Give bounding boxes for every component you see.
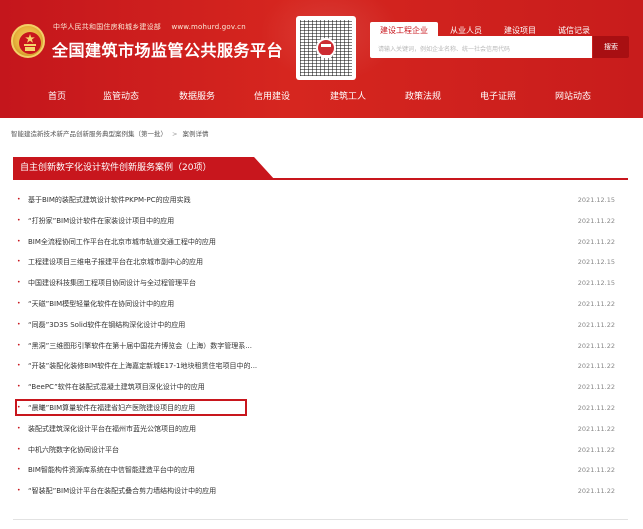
bullet-icon: • xyxy=(17,341,21,349)
list-item-date: 2021.11.22 xyxy=(577,320,615,329)
list-item[interactable]: • 工程建设项目三维电子报建平台在北京城市副中心的应用 2021.12.15 xyxy=(15,252,615,273)
list-item-title[interactable]: “BeePC”软件在装配式混凝土建筑项目深化设计中的应用 xyxy=(28,382,205,392)
list-item[interactable]: • “黑洞”三维图形引擎软件在第十届中国花卉博览会（上海）数字管理系... 2021… xyxy=(15,336,615,357)
bullet-icon: • xyxy=(17,466,21,474)
list-item[interactable]: • “同磊”3D3S Solid软件在钢结构深化设计中的应用 2021.11.22 xyxy=(15,315,615,336)
list-item[interactable]: • 基于BIM的装配式建筑设计软件PKPM-PC的应用实践 2021.12.15 xyxy=(15,190,615,211)
section-title: 自主创新数字化设计软件创新服务案例（20项） xyxy=(13,157,275,180)
list-item[interactable]: • “开装”装配化装修BIM软件在上海嘉定新城E17-1地块租赁住宅项目中的...… xyxy=(15,356,615,377)
list-item-title[interactable]: “天磁”BIM模型轻量化软件在协同设计中的应用 xyxy=(28,299,174,309)
list-item[interactable]: • 中国建设科技集团工程项目协同设计与全过程管理平台 2021.12.15 xyxy=(15,273,615,294)
list-item-date: 2021.11.22 xyxy=(577,299,615,308)
list-item-title[interactable]: BIM全流程协同工作平台在北京市城市轨道交通工程中的应用 xyxy=(28,237,216,247)
list-item[interactable]: • “打扮家”BIM设计软件在家装设计项目中的应用 2021.11.22 xyxy=(15,211,615,232)
nav-item-regulation-news[interactable]: 监管动态 xyxy=(103,84,139,110)
list-item-date: 2021.11.22 xyxy=(577,424,615,433)
bullet-icon: • xyxy=(17,362,21,370)
site-header: 中华人民共和国住房和城乡建设部 www.mohurd.gov.cn 全国建筑市场… xyxy=(0,0,643,118)
list-item[interactable]: • “BeePC”软件在装配式混凝土建筑项目深化设计中的应用 2021.11.22 xyxy=(15,377,615,398)
main-nav: 首页 监管动态 数据服务 信用建设 建筑工人 政策法规 电子证照 网站动态 xyxy=(0,84,643,110)
search-input[interactable] xyxy=(370,38,592,61)
list-item[interactable]: • 装配式建筑深化设计平台在福州市蓝光公馆项目的应用 2021.11.22 xyxy=(15,419,615,440)
list-item-title[interactable]: “打扮家”BIM设计软件在家装设计项目中的应用 xyxy=(28,216,174,226)
bullet-icon: • xyxy=(17,403,21,411)
nav-item-e-certificates[interactable]: 电子证照 xyxy=(480,84,516,110)
nav-item-data-services[interactable]: 数据服务 xyxy=(179,84,215,110)
bullet-icon: • xyxy=(17,216,21,224)
list-item-date: 2021.11.22 xyxy=(577,487,615,496)
ministry-name: 中华人民共和国住房和城乡建设部 xyxy=(53,23,161,31)
breadcrumb-current: 案例详情 xyxy=(182,130,209,138)
qr-code-pattern xyxy=(300,20,352,76)
list-item[interactable]: • BIM智能构件资源库系统在中信智能建造平台中的应用 2021.11.22 xyxy=(15,460,615,481)
list-item-date: 2021.11.22 xyxy=(577,403,615,412)
list-item-title[interactable]: “同磊”3D3S Solid软件在钢结构深化设计中的应用 xyxy=(28,320,185,330)
nav-item-site-news[interactable]: 网站动态 xyxy=(555,84,591,110)
national-emblem-logo[interactable] xyxy=(11,24,45,58)
bullet-icon: • xyxy=(17,424,21,432)
list-item[interactable]: • “智装配”BIM设计平台在装配式叠合剪力墙结构设计中的应用 2021.11.22 xyxy=(15,481,615,502)
breadcrumb-separator: > xyxy=(172,130,178,138)
list-item-title[interactable]: “开装”装配化装修BIM软件在上海嘉定新城E17-1地块租赁住宅项目中的... xyxy=(28,361,257,371)
list-item-title[interactable]: “晨曦”BIM算量软件在福建省妇产医院建设项目的应用 xyxy=(28,403,195,413)
list-item-title[interactable]: “黑洞”三维图形引擎软件在第十届中国花卉博览会（上海）数字管理系... xyxy=(28,341,252,351)
ministry-line: 中华人民共和国住房和城乡建设部 www.mohurd.gov.cn xyxy=(53,22,246,32)
list-item-title[interactable]: BIM智能构件资源库系统在中信智能建造平台中的应用 xyxy=(28,465,195,475)
site-title[interactable]: 全国建筑市场监管公共服务平台 xyxy=(52,37,283,61)
bullet-icon: • xyxy=(17,279,21,287)
list-item[interactable]: • 中机六院数字化协同设计平台 2021.11.22 xyxy=(15,440,615,461)
bullet-icon: • xyxy=(17,258,21,266)
list-item-date: 2021.11.22 xyxy=(577,341,615,350)
bullet-icon: • xyxy=(17,196,21,203)
bottom-divider xyxy=(13,519,628,520)
section-header: 自主创新数字化设计软件创新服务案例（20项） xyxy=(13,154,628,180)
list-item-date: 2021.12.15 xyxy=(577,196,615,204)
list-item-title[interactable]: 基于BIM的装配式建筑设计软件PKPM-PC的应用实践 xyxy=(28,195,191,205)
list-item-date: 2021.11.22 xyxy=(577,383,615,392)
list-item[interactable]: • “晨曦”BIM算量软件在福建省妇产医院建设项目的应用 2021.11.22 xyxy=(15,398,615,419)
bullet-icon: • xyxy=(17,237,21,245)
nav-item-policies[interactable]: 政策法规 xyxy=(405,84,441,110)
list-item-date: 2021.11.22 xyxy=(577,445,615,454)
bullet-icon: • xyxy=(17,487,21,495)
list-item-title[interactable]: 工程建设项目三维电子报建平台在北京城市副中心的应用 xyxy=(28,257,203,267)
list-item-title[interactable]: “智装配”BIM设计平台在装配式叠合剪力墙结构设计中的应用 xyxy=(28,486,216,496)
list-item-date: 2021.11.22 xyxy=(577,466,615,475)
search-button[interactable]: 搜索 xyxy=(593,36,629,58)
breadcrumb: 智能建造新技术新产品创新服务典型案例集（第一批） > 案例详情 xyxy=(11,128,208,138)
nav-item-credit-building[interactable]: 信用建设 xyxy=(254,84,290,110)
nav-item-construction-workers[interactable]: 建筑工人 xyxy=(330,84,366,110)
case-list: • 基于BIM的装配式建筑设计软件PKPM-PC的应用实践 2021.12.15 • “… xyxy=(15,190,615,502)
nav-item-home[interactable]: 首页 xyxy=(48,84,66,110)
bullet-icon: • xyxy=(17,299,21,307)
list-item-date: 2021.11.22 xyxy=(577,216,615,225)
ministry-url[interactable]: www.mohurd.gov.cn xyxy=(171,23,245,31)
breadcrumb-parent[interactable]: 智能建造新技术新产品创新服务典型案例集（第一批） xyxy=(11,130,167,138)
bullet-icon: • xyxy=(17,445,21,453)
qr-code xyxy=(296,16,356,80)
list-item-title[interactable]: 中国建设科技集团工程项目协同设计与全过程管理平台 xyxy=(28,278,196,288)
list-item-date: 2021.12.15 xyxy=(577,279,615,288)
list-item[interactable]: • “天磁”BIM模型轻量化软件在协同设计中的应用 2021.11.22 xyxy=(15,294,615,315)
list-item-date: 2021.11.22 xyxy=(577,237,615,246)
list-item-date: 2021.11.22 xyxy=(577,362,615,371)
list-item-date: 2021.12.15 xyxy=(577,258,615,267)
bullet-icon: • xyxy=(17,383,21,391)
search-box xyxy=(370,36,592,61)
list-item[interactable]: • BIM全流程协同工作平台在北京市城市轨道交通工程中的应用 2021.11.22 xyxy=(15,232,615,253)
bullet-icon: • xyxy=(17,320,21,328)
list-item-title[interactable]: 装配式建筑深化设计平台在福州市蓝光公馆项目的应用 xyxy=(28,424,196,434)
qr-logo-icon xyxy=(316,38,336,58)
list-item-title[interactable]: 中机六院数字化协同设计平台 xyxy=(28,445,119,455)
